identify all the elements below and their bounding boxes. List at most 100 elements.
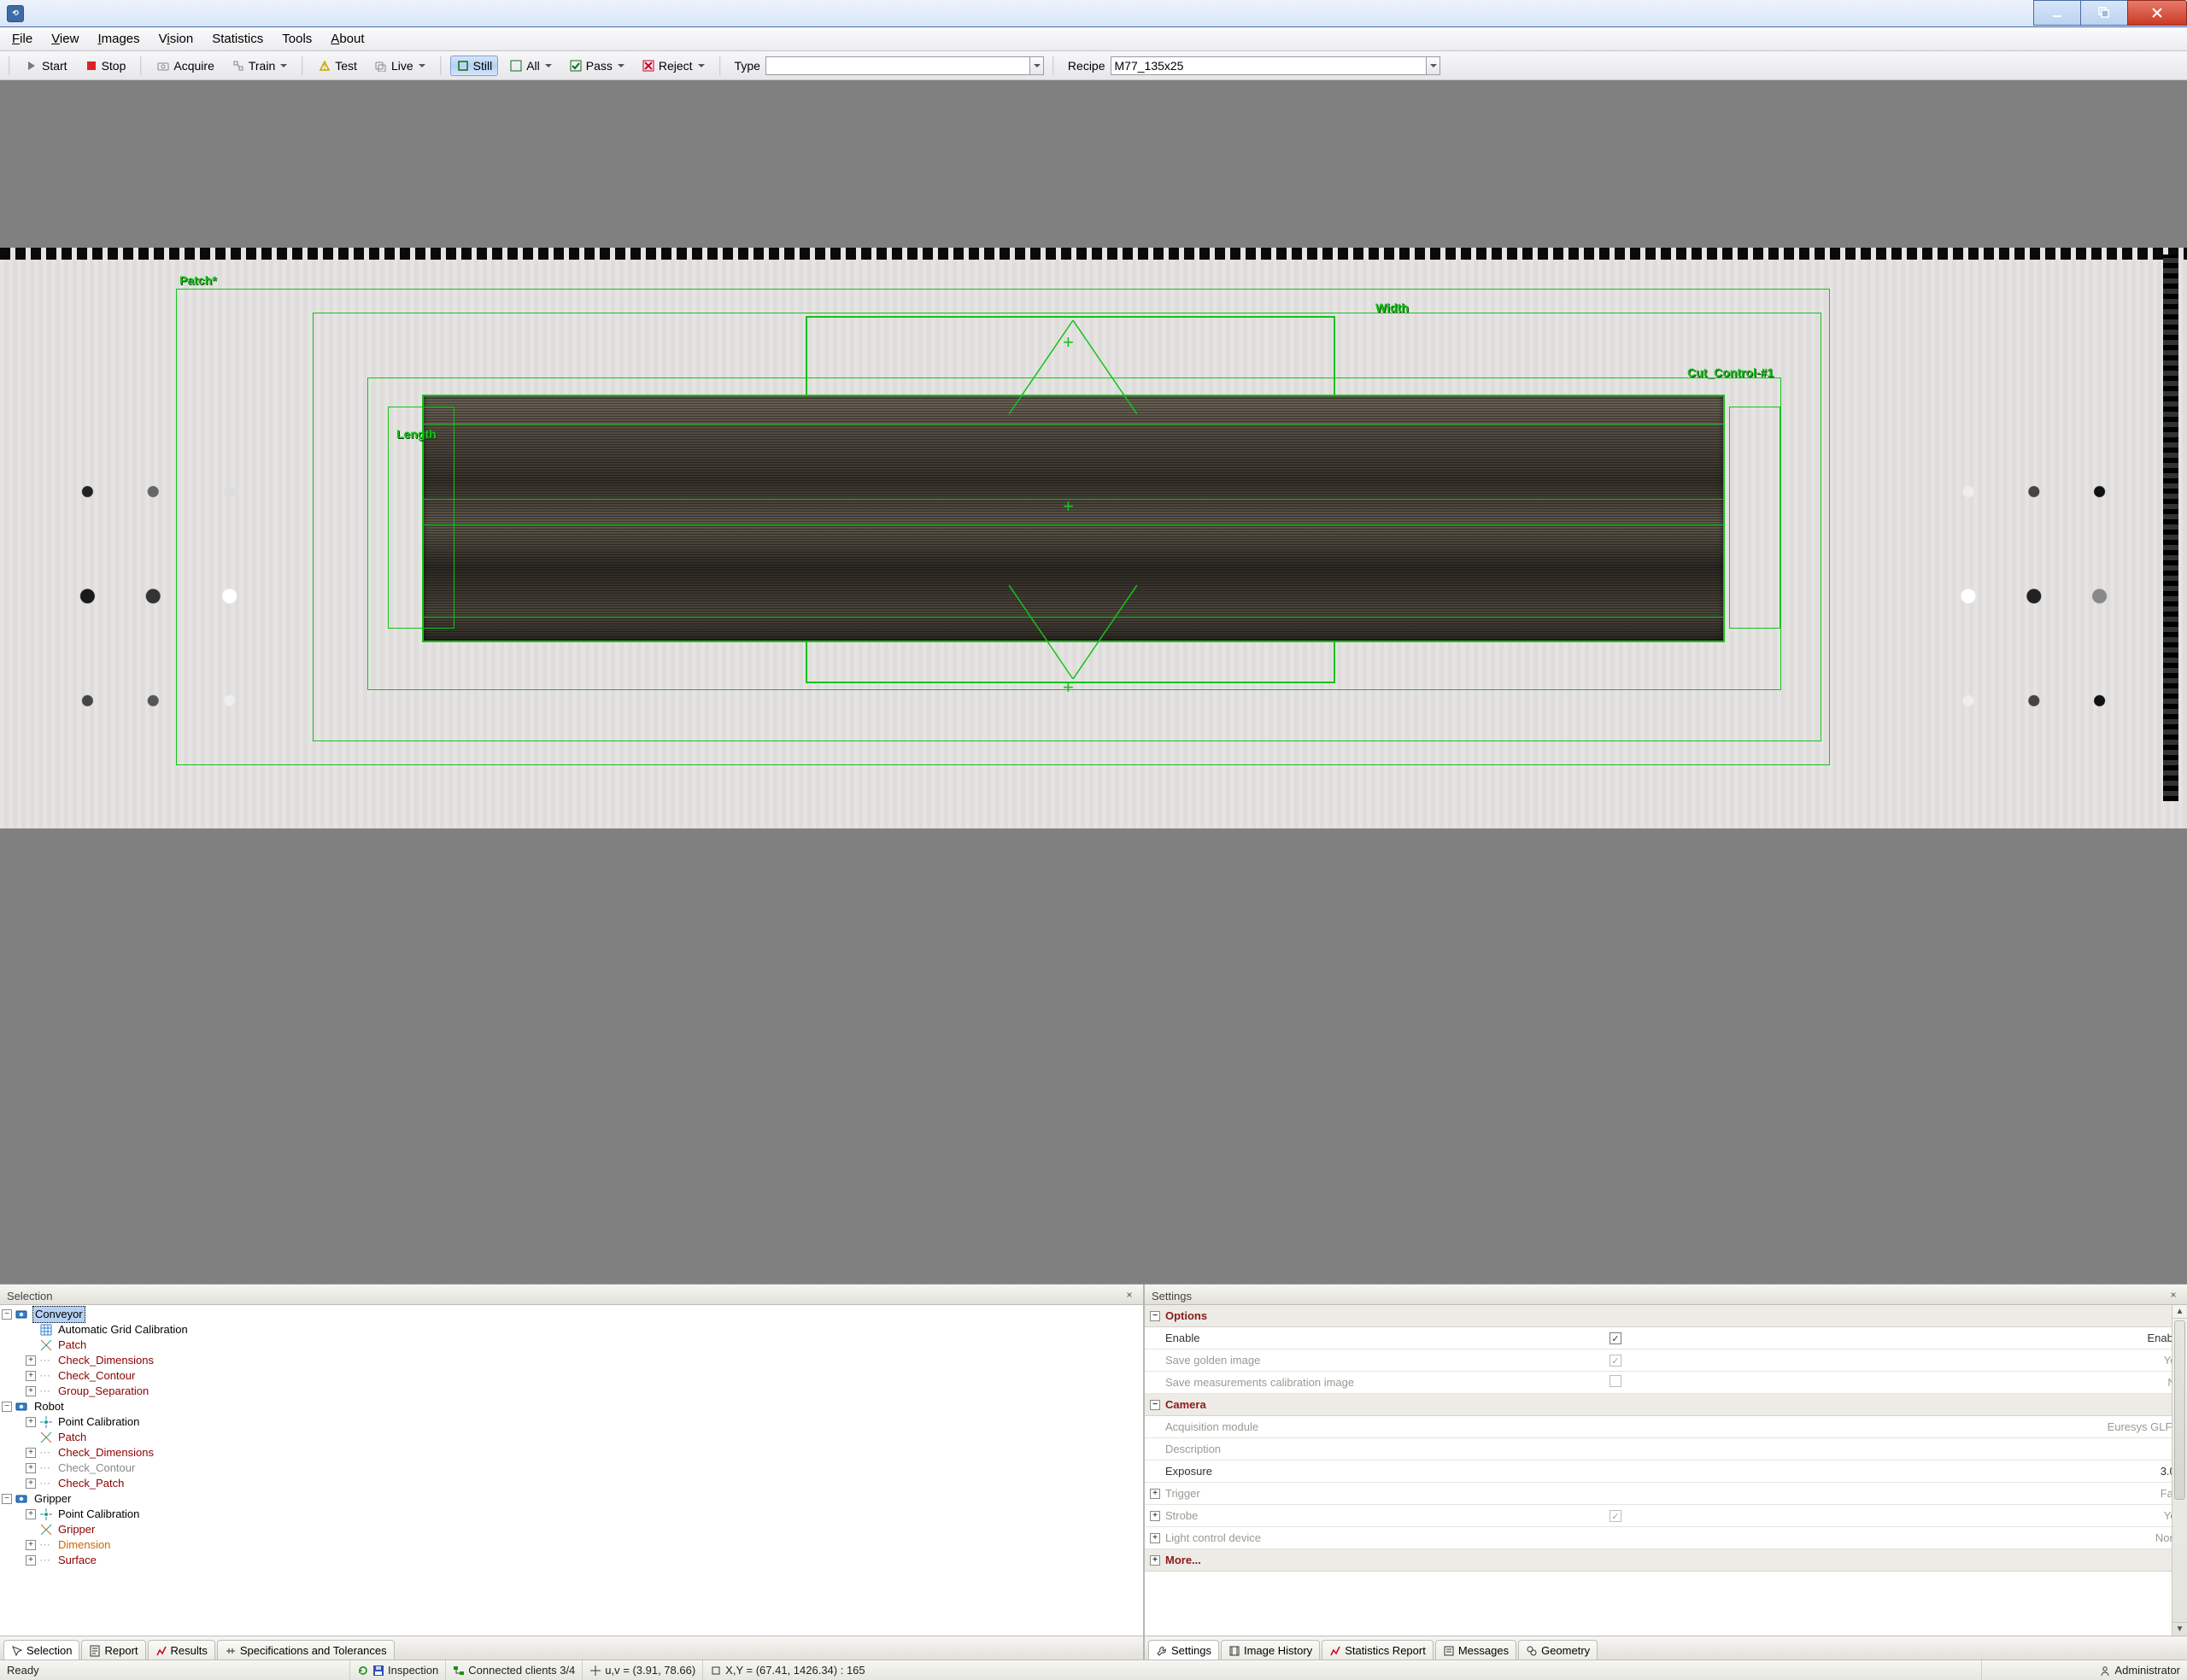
- reject-button[interactable]: Reject: [636, 56, 711, 76]
- tree-patch[interactable]: Patch: [56, 1338, 88, 1353]
- menu-file[interactable]: File: [3, 30, 41, 48]
- all-button[interactable]: All: [503, 56, 558, 76]
- trigger-expand[interactable]: +: [1150, 1489, 1160, 1499]
- selection-tree[interactable]: −Conveyor Automatic Grid Calibration Pat…: [0, 1305, 1143, 1636]
- tree-conveyor[interactable]: Conveyor: [32, 1306, 85, 1323]
- row-save-golden[interactable]: Save golden image ✓ Yes: [1145, 1349, 2187, 1372]
- scroll-up-icon[interactable]: ▲: [2172, 1305, 2187, 1319]
- group-more[interactable]: +More...: [1145, 1549, 2187, 1572]
- row-trigger[interactable]: + Trigger Fast: [1145, 1483, 2187, 1505]
- report-icon: [89, 1645, 101, 1657]
- live-button[interactable]: Live: [368, 56, 431, 76]
- row-acq-module[interactable]: Acquisition module Euresys GLF-0: [1145, 1416, 2187, 1438]
- minimize-button[interactable]: [2033, 0, 2081, 26]
- light-expand[interactable]: +: [1150, 1533, 1160, 1543]
- row-description[interactable]: Description: [1145, 1438, 2187, 1460]
- train-button[interactable]: Train: [226, 56, 293, 76]
- tab-geometry[interactable]: Geometry: [1518, 1640, 1598, 1660]
- row-strobe[interactable]: + Strobe ✓ Yes: [1145, 1505, 2187, 1527]
- tab-settings[interactable]: Settings: [1148, 1640, 1219, 1660]
- reject-icon: [642, 59, 655, 73]
- start-button[interactable]: Start: [19, 56, 73, 76]
- scroll-down-icon[interactable]: ▼: [2172, 1622, 2187, 1636]
- roi-length-box-right[interactable]: [1729, 407, 1780, 629]
- camera-node-icon: [15, 1492, 29, 1506]
- gripper-icon: [39, 1523, 53, 1537]
- tab-report[interactable]: Report: [81, 1640, 145, 1660]
- tab-results[interactable]: Results: [148, 1640, 215, 1660]
- settings-close-button[interactable]: ×: [2166, 1289, 2180, 1302]
- recipe-select[interactable]: [1111, 56, 1427, 75]
- all-caret-icon: [545, 64, 552, 67]
- toolbar-separator: [140, 56, 142, 75]
- tree-gripper[interactable]: Gripper: [32, 1491, 73, 1507]
- strobe-checkbox: ✓: [1609, 1510, 1621, 1522]
- tree-dimension[interactable]: Dimension: [56, 1537, 112, 1553]
- crosshair-icon: [589, 1665, 601, 1677]
- toolbar-separator: [302, 56, 303, 75]
- tree-gripper2[interactable]: Gripper: [56, 1522, 97, 1537]
- list-icon: [1443, 1645, 1455, 1657]
- stop-button[interactable]: Stop: [79, 56, 132, 76]
- tree-check-dimensions2[interactable]: Check_Dimensions: [56, 1445, 155, 1460]
- status-xy: X,Y = (67.41, 1426.34) : 165: [703, 1660, 1982, 1680]
- acquire-label: Acquire: [173, 59, 214, 73]
- test-button[interactable]: Test: [312, 56, 363, 76]
- tree-check-dimensions[interactable]: Check_Dimensions: [56, 1353, 155, 1368]
- still-icon: [456, 59, 470, 73]
- tab-image-history[interactable]: Image History: [1221, 1640, 1320, 1660]
- right-tab-strip: Settings Image History Statistics Report…: [1145, 1636, 2187, 1660]
- network-icon: [453, 1665, 465, 1677]
- user-icon: [2099, 1665, 2111, 1677]
- type-select[interactable]: [765, 56, 1030, 75]
- settings-scrollbar[interactable]: ▲ ▼: [2172, 1305, 2187, 1636]
- tab-selection[interactable]: Selection: [3, 1640, 79, 1660]
- selection-close-button[interactable]: ×: [1123, 1289, 1136, 1302]
- menu-vision[interactable]: Vision: [150, 30, 202, 48]
- scroll-thumb[interactable]: [2174, 1320, 2185, 1500]
- toolbar-separator: [440, 56, 442, 75]
- tree-patch2[interactable]: Patch: [56, 1430, 88, 1445]
- selection-icon: [11, 1645, 23, 1657]
- tab-stats-report[interactable]: Statistics Report: [1322, 1640, 1434, 1660]
- toolbar-separator: [719, 56, 721, 75]
- group-camera[interactable]: −Camera: [1145, 1394, 2187, 1416]
- type-caret-icon[interactable]: [1030, 56, 1044, 75]
- still-button[interactable]: Still: [450, 56, 499, 76]
- menu-images[interactable]: Images: [89, 30, 148, 48]
- menu-tools[interactable]: Tools: [273, 30, 320, 48]
- menu-about[interactable]: About: [322, 30, 372, 48]
- row-save-meas-cal[interactable]: Save measurements calibration image No: [1145, 1372, 2187, 1394]
- image-view[interactable]: Patch* Width Cut_Control-#1 Cut_Control …: [0, 80, 2187, 1284]
- tab-spec-tol[interactable]: Specifications and Tolerances: [217, 1640, 395, 1660]
- tree-point-cal[interactable]: Point Calibration: [56, 1414, 141, 1430]
- train-icon: [232, 59, 245, 73]
- point-cal-icon: [39, 1507, 53, 1521]
- row-exposure[interactable]: Exposure 3.00: [1145, 1460, 2187, 1483]
- tree-check-contour2[interactable]: Check_Contour: [56, 1460, 137, 1476]
- menu-view[interactable]: View: [43, 30, 87, 48]
- strobe-expand[interactable]: +: [1150, 1511, 1160, 1521]
- maximize-button[interactable]: [2080, 0, 2128, 26]
- acquire-button[interactable]: Acquire: [150, 56, 220, 76]
- group-options[interactable]: −Options: [1145, 1305, 2187, 1327]
- menu-statistics[interactable]: Statistics: [203, 30, 272, 48]
- reject-caret-icon: [698, 64, 705, 67]
- tree-check-patch[interactable]: Check_Patch: [56, 1476, 126, 1491]
- tree-surface[interactable]: Surface: [56, 1553, 98, 1568]
- row-light-control[interactable]: + Light control device None: [1145, 1527, 2187, 1549]
- selection-title: Selection: [7, 1290, 52, 1302]
- pass-button[interactable]: Pass: [563, 56, 630, 76]
- enable-checkbox[interactable]: ✓: [1609, 1332, 1621, 1344]
- recipe-caret-icon[interactable]: [1427, 56, 1440, 75]
- tab-messages[interactable]: Messages: [1435, 1640, 1516, 1660]
- row-enable[interactable]: Enable ✓ Enable: [1145, 1327, 2187, 1349]
- tree-robot[interactable]: Robot: [32, 1399, 66, 1414]
- close-button[interactable]: [2127, 0, 2187, 26]
- status-ready: Ready: [0, 1660, 350, 1680]
- tree-point-cal2[interactable]: Point Calibration: [56, 1507, 141, 1522]
- roi-length-label: Length: [396, 427, 437, 441]
- tree-auto-grid[interactable]: Automatic Grid Calibration: [56, 1322, 190, 1338]
- tree-group-separation[interactable]: Group_Separation: [56, 1384, 150, 1399]
- tree-check-contour[interactable]: Check_Contour: [56, 1368, 137, 1384]
